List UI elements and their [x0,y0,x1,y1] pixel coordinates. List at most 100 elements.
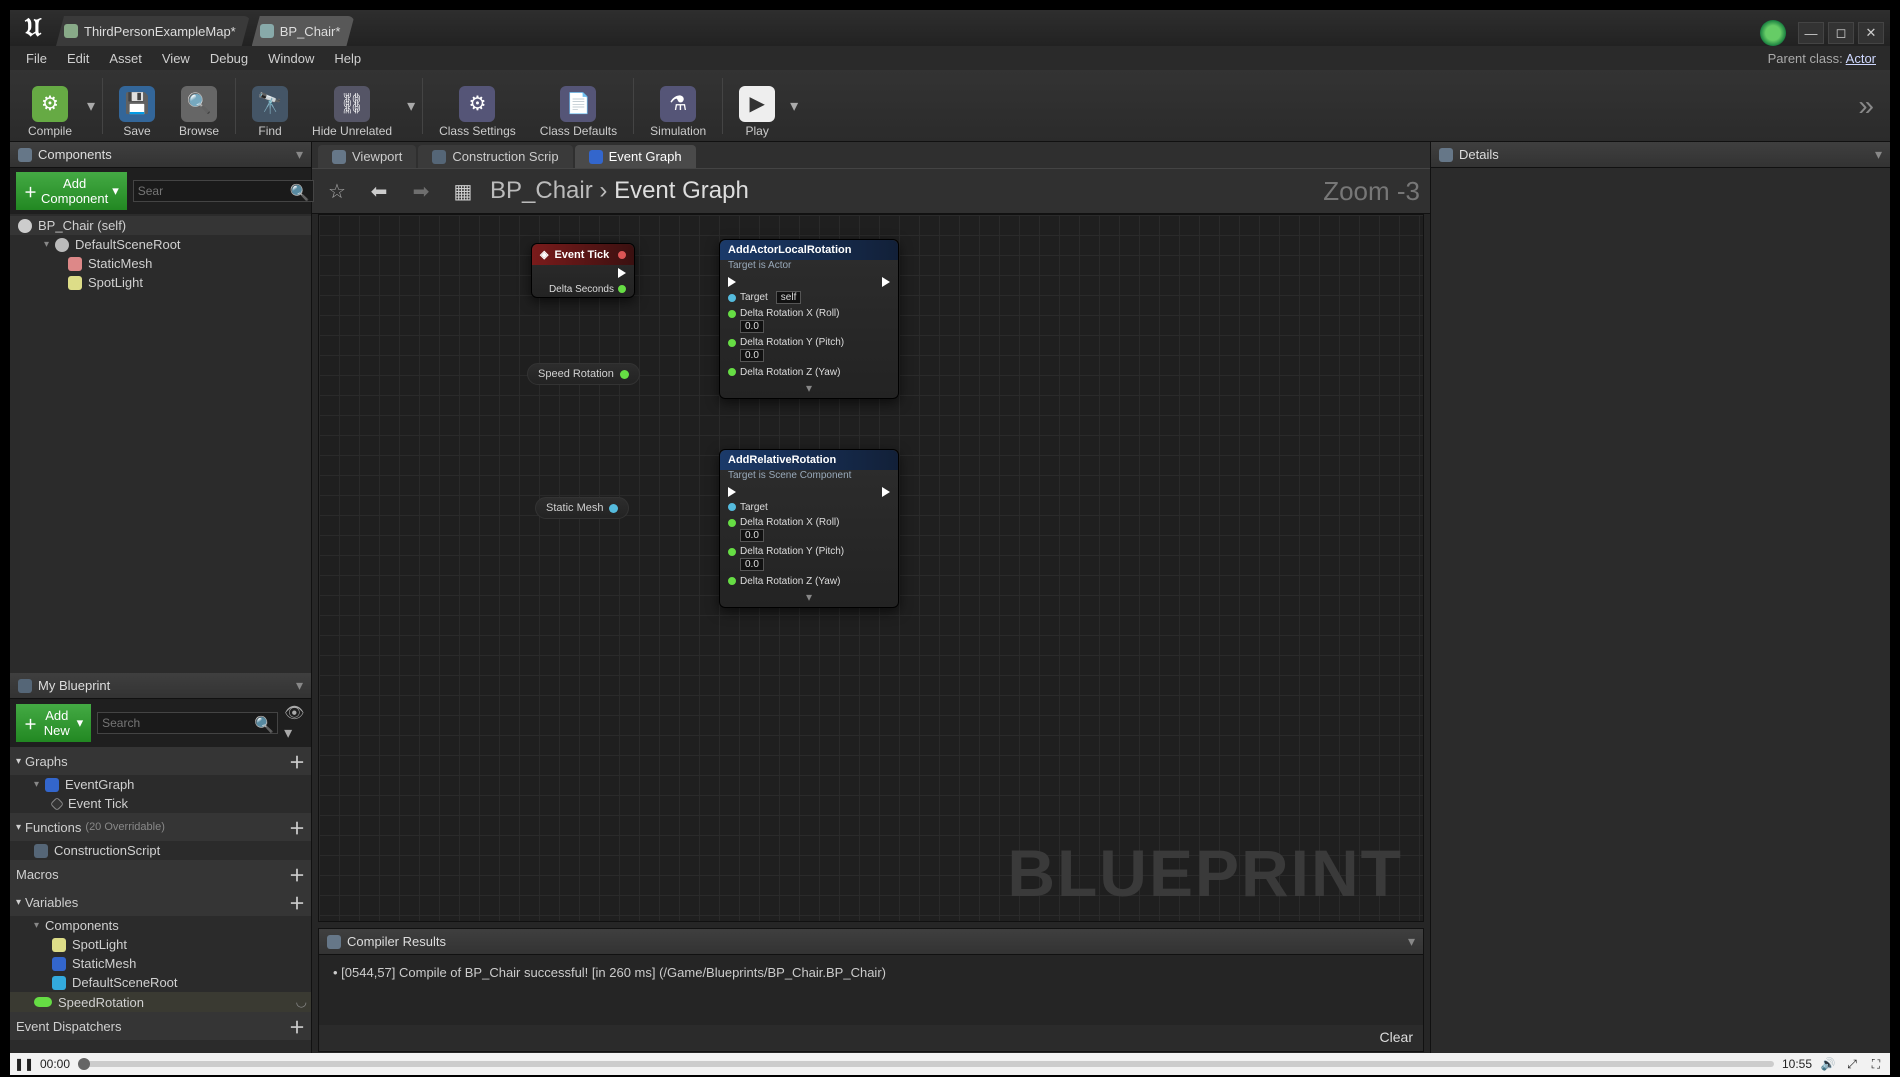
add-macro-button[interactable]: ＋ [289,862,305,886]
expand-pins-button[interactable]: ▾ [720,589,898,607]
components-search-input[interactable] [133,180,314,202]
component-static-mesh[interactable]: StaticMesh [10,254,311,273]
eye-closed-icon[interactable]: ◡ [296,994,307,1010]
item-var-staticmesh[interactable]: StaticMesh [10,954,311,973]
video-seek-knob[interactable] [78,1058,90,1070]
add-component-button[interactable]: ＋Add Component ▾ [16,172,127,210]
myblueprint-search-input[interactable] [97,712,278,734]
pin-value[interactable]: 0.0 [740,558,764,571]
video-volume-button[interactable]: 🔊 [1820,1056,1836,1072]
panel-menu-icon[interactable]: ▾ [296,146,303,163]
node-speed-rotation[interactable]: Speed Rotation [527,363,640,385]
float-out-pin[interactable] [620,370,629,379]
item-var-speedrotation[interactable]: SpeedRotation◡ [10,992,311,1012]
menu-window[interactable]: Window [258,49,324,68]
maximize-button[interactable]: ◻ [1828,22,1854,44]
parent-class-link[interactable]: Actor [1846,51,1876,66]
source-control-icon[interactable] [1760,20,1786,46]
add-dispatcher-button[interactable]: ＋ [289,1014,305,1038]
item-eventgraph[interactable]: ▾EventGraph [10,775,311,794]
minimize-button[interactable]: — [1798,22,1824,44]
compile-button[interactable]: ⚙Compile [16,74,84,138]
compiler-results-header[interactable]: Compiler Results ▾ [319,929,1423,955]
menu-debug[interactable]: Debug [200,49,258,68]
item-event-tick[interactable]: Event Tick [10,794,311,813]
exec-out-pin[interactable] [882,277,890,287]
delegate-pin[interactable] [618,251,626,259]
node-add-actor-local-rotation[interactable]: AddActorLocalRotation Target is Actor Ta… [719,239,899,399]
exec-in-pin[interactable] [728,277,736,287]
eye-icon[interactable]: 👁▾ [284,703,305,743]
add-function-button[interactable]: ＋ [289,815,305,839]
exec-out-pin[interactable] [882,487,890,497]
float-out-pin[interactable] [618,285,626,293]
item-components-sub[interactable]: ▾Components [10,916,311,935]
rot-z-pin[interactable] [728,577,736,585]
find-button[interactable]: 🔭Find [240,74,300,138]
tab-construction-script[interactable]: Construction Scrip [418,145,572,168]
expand-pins-button[interactable]: ▾ [720,380,898,398]
play-dropdown[interactable]: ▾ [787,74,801,138]
pin-default[interactable]: self [776,291,802,304]
node-event-tick[interactable]: ◈Event Tick Delta Seconds [531,243,635,298]
node-static-mesh[interactable]: Static Mesh [535,497,629,519]
panel-menu-icon[interactable]: ▾ [1875,146,1882,163]
section-functions[interactable]: ▾Functions(20 Overridable)＋ [10,813,311,841]
toolbar-overflow[interactable]: » [1858,90,1884,122]
panel-menu-icon[interactable]: ▾ [296,677,303,694]
item-construction-script[interactable]: ConstructionScript [10,841,311,860]
menu-help[interactable]: Help [324,49,371,68]
simulation-button[interactable]: ⚗Simulation [638,74,718,138]
component-default-scene-root[interactable]: ▾DefaultSceneRoot [10,235,311,254]
clear-button[interactable]: Clear [1380,1029,1413,1045]
rot-x-pin[interactable] [728,519,736,527]
menu-edit[interactable]: Edit [57,49,99,68]
myblueprint-panel-header[interactable]: My Blueprint ▾ [10,673,311,699]
rot-y-pin[interactable] [728,339,736,347]
tab-viewport[interactable]: Viewport [318,145,416,168]
pin-value[interactable]: 0.0 [740,320,764,333]
section-variables[interactable]: ▾Variables＋ [10,888,311,916]
compiler-message[interactable]: • [0544,57] Compile of BP_Chair successf… [333,965,1409,980]
file-tab-bpchair[interactable]: BP_Chair* [252,16,355,46]
menu-view[interactable]: View [152,49,200,68]
details-panel-header[interactable]: Details ▾ [1431,142,1890,168]
component-self[interactable]: BP_Chair (self) [10,216,311,235]
target-pin[interactable] [728,503,736,511]
target-pin[interactable] [728,294,736,302]
play-button[interactable]: ▶Play [727,74,787,138]
section-event-dispatchers[interactable]: Event Dispatchers＋ [10,1012,311,1040]
nav-back-button[interactable]: ⬅ [364,176,394,206]
video-expand-button[interactable]: ⤢ [1844,1056,1860,1072]
pin-value[interactable]: 0.0 [740,349,764,362]
menu-asset[interactable]: Asset [99,49,152,68]
item-var-spotlight[interactable]: SpotLight [10,935,311,954]
section-graphs[interactable]: ▾Graphs＋ [10,747,311,775]
tab-event-graph[interactable]: Event Graph [575,145,696,168]
hide-dropdown[interactable]: ▾ [404,74,418,138]
add-variable-button[interactable]: ＋ [289,890,305,914]
panel-close-icon[interactable]: ▾ [1408,933,1415,950]
save-button[interactable]: 💾Save [107,74,167,138]
class-defaults-button[interactable]: 📄Class Defaults [528,74,629,138]
graph-canvas[interactable]: BLUEPRINT ◈Event Tick Delta Seconds Sp [318,214,1424,922]
file-tab-map[interactable]: ThirdPersonExampleMap* [56,16,250,46]
browse-button[interactable]: 🔍Browse [167,74,231,138]
rot-z-pin[interactable] [728,368,736,376]
item-var-defscene[interactable]: DefaultSceneRoot [10,973,311,992]
component-spotlight[interactable]: SpotLight [10,273,311,292]
compile-dropdown[interactable]: ▾ [84,74,98,138]
class-settings-button[interactable]: ⚙Class Settings [427,74,528,138]
exec-in-pin[interactable] [728,487,736,497]
breadcrumb-bp[interactable]: BP_Chair [490,177,593,204]
exec-out-pin[interactable] [618,268,626,278]
graph-grid-icon[interactable]: ▦ [448,176,478,206]
pin-value[interactable]: 0.0 [740,529,764,542]
rot-x-pin[interactable] [728,310,736,318]
menu-file[interactable]: File [16,49,57,68]
video-pause-button[interactable]: ❚❚ [16,1056,32,1072]
add-graph-button[interactable]: ＋ [289,749,305,773]
video-seek-slider[interactable] [78,1061,1774,1067]
node-add-relative-rotation[interactable]: AddRelativeRotation Target is Scene Comp… [719,449,899,608]
close-button[interactable]: ✕ [1858,22,1884,44]
